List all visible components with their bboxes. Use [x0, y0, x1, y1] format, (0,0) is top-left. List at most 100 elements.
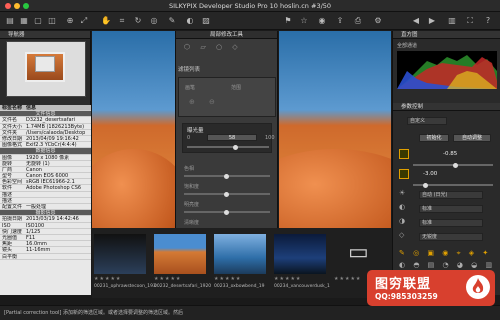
color-icon[interactable]: ◑ [399, 217, 405, 225]
thumbnail-item[interactable] [274, 234, 326, 274]
tool-icons-row-2[interactable]: ◐ ◓ ▤ ◔ ◕ ◒ ▥ [399, 261, 495, 269]
next-icon[interactable]: ▶ [426, 15, 438, 27]
histogram-header[interactable]: 直方图 [393, 31, 500, 39]
auto-adjust-button[interactable]: 自动调整 [453, 134, 491, 142]
fullscreen-icon[interactable]: ⛶ [464, 15, 476, 27]
develop-header[interactable]: 参数控制 [393, 103, 500, 111]
histogram-channel[interactable]: 全部通道 [397, 42, 417, 49]
navigator-view-rect[interactable] [35, 56, 55, 72]
tool-row-label: 饱和度 [184, 184, 200, 190]
preview-photo-left[interactable] [92, 31, 175, 228]
export-icon[interactable]: ⇪ [334, 15, 346, 27]
contrast-icon[interactable] [399, 169, 409, 179]
remove-filter-icon[interactable]: ⊖ [209, 98, 215, 106]
navigator-header[interactable]: 导航器 [0, 31, 90, 39]
status-bar: [Partial correction tool] 添加新的筛选区域。或者选择要… [0, 305, 500, 320]
thumbnail-item[interactable] [94, 234, 146, 274]
tool-icons-row-1[interactable]: ✎ ◎ ▣ ◉ ⌖ ◈ ✦ [399, 249, 491, 258]
dune-shape [92, 149, 175, 228]
tone-select[interactable]: 标准 [419, 205, 483, 213]
add-filter-icon[interactable]: ⊕ [189, 98, 195, 106]
info-value: Adobe Photoshop CS6 [26, 185, 82, 192]
info-value: Exif2.3 YCbCr(4:4:4) [26, 142, 77, 149]
white-balance-icon[interactable]: ☀ [399, 189, 405, 197]
fit-icon[interactable]: ⤢ [78, 15, 90, 27]
prev-icon[interactable]: ◀ [410, 15, 422, 27]
print-icon[interactable]: ⎙ [352, 15, 364, 27]
panel-toggle-icon[interactable]: ▥ [446, 15, 458, 27]
tool-row-slider[interactable] [184, 191, 270, 197]
initialize-button[interactable]: 初始化 [419, 134, 449, 142]
exposure-slider[interactable] [187, 144, 269, 150]
help-icon[interactable]: ? [482, 15, 494, 27]
main-toolbar: ▤ ▦ ▢ ◫ ⊕ ⤢ ✋ ⌗ ↻ ◎ ✎ ◐ ▨ ⚑ ☆ ◉ ⇪ ⎙ ⚙ ◀ … [0, 12, 500, 30]
grid-view-icon[interactable]: ▦ [18, 15, 30, 27]
folder-icon[interactable]: ▤ [4, 15, 16, 27]
thumbnail-rating[interactable]: ★★★★★ [154, 276, 181, 282]
brush-icon[interactable]: ✎ [166, 15, 178, 27]
exposure-value[interactable]: 58 [207, 134, 257, 141]
exposure-bias-knob[interactable] [453, 162, 458, 168]
tool-row-slider[interactable] [184, 209, 270, 215]
thumbnail-rating[interactable]: ★★★★★ [274, 276, 301, 282]
develop-icon[interactable]: ◉ [316, 15, 328, 27]
tone-icon[interactable]: ◐ [399, 203, 405, 211]
spot-icon[interactable]: ◎ [148, 15, 160, 27]
thumbnail-item[interactable]: ▭ [334, 234, 386, 274]
gradient-icon[interactable]: ▨ [200, 15, 212, 27]
contrast-slider[interactable] [413, 182, 493, 188]
tool-row-slider-knob[interactable] [224, 209, 229, 215]
tool-row-slider[interactable] [184, 173, 270, 179]
exposure-bias-slider[interactable] [413, 162, 493, 168]
local-adjust-icon[interactable]: ◐ [184, 15, 196, 27]
info-value: 无旋转 (1) [26, 160, 50, 167]
info-value: 1/125 [26, 228, 41, 235]
info-value: 2013/04/09 19:16:42 [26, 135, 79, 142]
flag-icon[interactable]: ⚑ [282, 15, 294, 27]
exposure-bias-value[interactable]: -0.85 [443, 151, 457, 157]
contrast-knob[interactable] [423, 182, 428, 188]
white-balance-select[interactable]: 自动 (日光) [419, 191, 483, 199]
sharpness-icon[interactable]: ◇ [399, 231, 404, 239]
info-value: /Users/calaoda/Desktop [26, 129, 86, 136]
info-key: 白平衡 [2, 253, 18, 260]
info-row[interactable]: 白平衡 [0, 254, 91, 260]
window-title: SILKYPIX Developer Studio Pro 10 hoslin.… [168, 2, 332, 10]
filter-list-box[interactable]: 画笔 范围 ⊕ ⊖ [178, 77, 276, 117]
filter-option-brush[interactable]: 画笔 [185, 84, 195, 91]
hand-icon[interactable]: ✋ [100, 15, 112, 27]
star-icon[interactable]: ☆ [298, 15, 310, 27]
zoom-icon[interactable]: ⊕ [64, 15, 76, 27]
preset-select[interactable]: 自定义 [407, 117, 447, 125]
tool-row-slider-knob[interactable] [224, 191, 229, 197]
crop-icon[interactable]: ⌗ [116, 15, 128, 27]
navigator-thumbnail[interactable] [6, 41, 86, 97]
info-value: F11 [26, 234, 36, 241]
settings-icon[interactable]: ⚙ [372, 15, 384, 27]
exposure-bias-icon[interactable] [399, 149, 409, 159]
single-view-icon[interactable]: ▢ [32, 15, 44, 27]
thumbnail-rating[interactable]: ★★★★★ [214, 276, 241, 282]
thumbnail-label: 00233_oxbowbend_19 [214, 284, 265, 289]
color-select[interactable]: 标准 [419, 219, 483, 227]
exposure-slider-knob[interactable] [233, 144, 238, 150]
tool-row-slider-knob[interactable] [224, 173, 229, 179]
info-value: 2013/03/19 14:42:46 [26, 216, 79, 223]
exposure-min: 0 [187, 135, 191, 141]
preview-photo-right[interactable] [279, 31, 391, 228]
info-value: 1.74MB (1826213Byte) [26, 123, 85, 130]
filter-option-range[interactable]: 范围 [231, 84, 241, 91]
histogram-svg [397, 55, 497, 89]
compare-view-icon[interactable]: ◫ [46, 15, 58, 27]
thumbnail-item[interactable] [154, 234, 206, 274]
sharpness-select[interactable]: 无锐度 [419, 233, 483, 241]
info-value: ISO100 [26, 222, 45, 229]
contrast-value[interactable]: -3.00 [423, 171, 437, 177]
tool-shapes-icons[interactable]: ⬡ ▱ ○ ◇ [184, 43, 242, 51]
thumbnail-item[interactable] [214, 234, 266, 274]
thumbnail-rating[interactable]: ★★★★★ [334, 276, 361, 282]
filter-list-label: 滤镜列表 [178, 67, 201, 73]
thumbnail-rating[interactable]: ★★★★★ [94, 276, 121, 282]
flame-icon [472, 278, 484, 293]
rotate-icon[interactable]: ↻ [132, 15, 144, 27]
